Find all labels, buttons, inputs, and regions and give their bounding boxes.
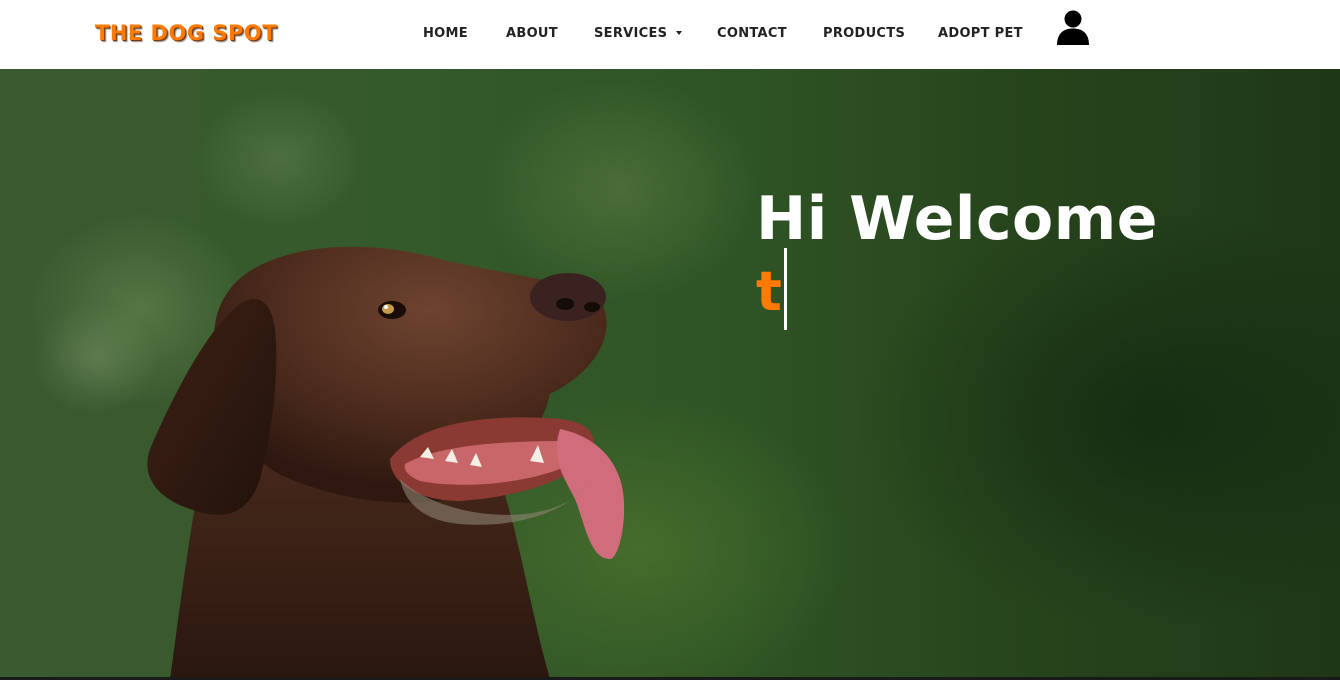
- hero-title: Hi Welcome: [756, 184, 1158, 254]
- typed-line: t: [756, 248, 787, 330]
- hero-banner: Hi Welcome t: [0, 69, 1340, 678]
- caret-down-icon: [676, 31, 683, 35]
- navbar: THE DOG SPOT HOME ABOUT SERVICES CONTACT…: [0, 0, 1340, 69]
- nav-adopt-pet[interactable]: ADOPT PET: [938, 26, 1023, 41]
- nav-contact[interactable]: CONTACT: [717, 26, 787, 41]
- user-icon[interactable]: [1056, 9, 1090, 45]
- nav-home[interactable]: HOME: [423, 26, 468, 41]
- nav-services-label: SERVICES: [594, 26, 668, 41]
- nav-services[interactable]: SERVICES: [594, 26, 683, 41]
- nav-about[interactable]: ABOUT: [506, 26, 558, 41]
- text-cursor: [783, 248, 787, 330]
- nav-products[interactable]: PRODUCTS: [823, 26, 905, 41]
- site-logo[interactable]: THE DOG SPOT: [95, 21, 277, 45]
- typed-text: t: [756, 260, 782, 323]
- dog-image: [147, 246, 625, 678]
